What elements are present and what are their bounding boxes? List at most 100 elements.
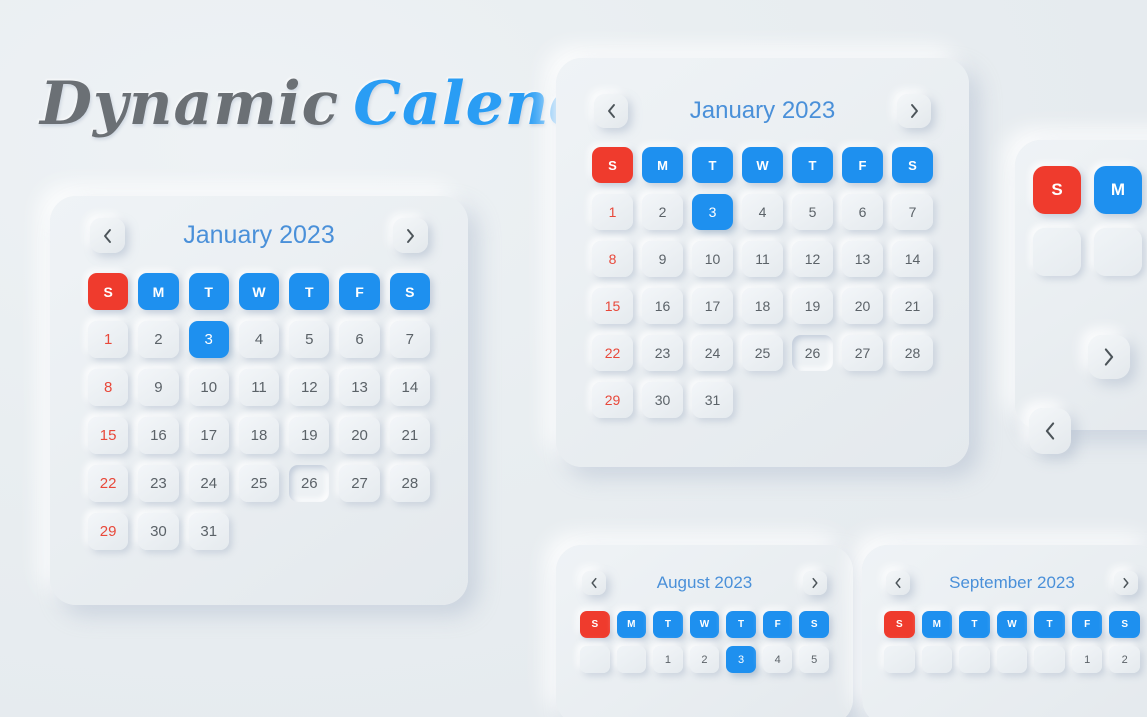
day-cell[interactable]: 31 (188, 513, 229, 550)
day-cell[interactable]: 16 (642, 288, 683, 324)
day-cell[interactable]: 19 (792, 288, 833, 324)
chevron-right-icon (1104, 348, 1114, 366)
page-title-word-dynamic: Dynamic (40, 69, 340, 139)
day-cell[interactable]: 25 (238, 465, 280, 502)
day-cell[interactable]: 5 (799, 646, 829, 673)
day-cell[interactable]: 2 (1109, 646, 1140, 673)
calendar-grid: SMTWTFS12 (862, 595, 1147, 673)
day-cell[interactable]: 22 (592, 335, 633, 371)
day-cell[interactable]: 15 (88, 417, 129, 454)
day-cell[interactable]: 8 (592, 241, 633, 277)
weekday-header: S (88, 273, 129, 310)
day-cell[interactable]: 24 (188, 465, 229, 502)
day-cell[interactable]: 26 (792, 335, 833, 371)
chevron-right-icon (812, 577, 818, 589)
day-cell[interactable]: 1 (1071, 646, 1103, 673)
day-cell[interactable]: 5 (289, 321, 330, 358)
day-cell-empty (580, 646, 610, 673)
day-cell[interactable]: 10 (188, 369, 229, 406)
weekday-header: S (592, 147, 633, 183)
weekday-header: F (339, 273, 380, 310)
prev-month-button[interactable] (582, 571, 606, 595)
day-cell[interactable]: 15 (592, 288, 633, 324)
day-cell[interactable]: 13 (339, 369, 380, 406)
day-cell[interactable]: 1 (653, 646, 683, 673)
day-cell[interactable]: 12 (792, 241, 833, 277)
prev-month-button[interactable] (886, 571, 910, 595)
day-cell[interactable]: 23 (642, 335, 683, 371)
day-cell[interactable]: 1 (592, 194, 633, 230)
day-cell[interactable]: 19 (289, 417, 330, 454)
chevron-right-icon (407, 228, 414, 243)
calendar-header: January 2023 (50, 196, 468, 253)
day-cell[interactable]: 30 (138, 513, 179, 550)
floating-prev-button[interactable] (1029, 408, 1071, 454)
day-cell[interactable]: 21 (389, 417, 430, 454)
next-month-button[interactable] (393, 218, 428, 253)
day-cell[interactable]: 11 (742, 241, 783, 277)
weekday-header: F (762, 611, 793, 638)
day-cell[interactable]: 23 (138, 465, 179, 502)
day-cell[interactable]: 29 (88, 513, 129, 550)
day-cell[interactable]: 10 (692, 241, 733, 277)
day-cell[interactable]: 13 (842, 241, 883, 277)
day-cell[interactable]: 14 (892, 241, 933, 277)
next-month-button[interactable] (897, 94, 931, 128)
next-month-button[interactable] (1114, 571, 1138, 595)
day-cell[interactable]: 18 (238, 417, 280, 454)
day-cell[interactable]: 3 (188, 321, 229, 358)
day-cell[interactable]: 8 (88, 369, 129, 406)
day-cell[interactable]: 9 (642, 241, 683, 277)
day-cell[interactable]: 4 (238, 321, 280, 358)
day-cell[interactable]: 12 (289, 369, 330, 406)
day-cell[interactable]: 3 (692, 194, 733, 230)
day-cell[interactable]: 6 (339, 321, 380, 358)
day-cell[interactable]: 28 (892, 335, 933, 371)
day-cell[interactable]: 28 (389, 465, 430, 502)
day-cell-empty (921, 646, 953, 673)
day-cell[interactable]: 3 (726, 646, 756, 673)
next-month-button[interactable] (803, 571, 827, 595)
weekday-header: F (842, 147, 883, 183)
prev-month-button[interactable] (90, 218, 125, 253)
day-cell[interactable]: 11 (238, 369, 280, 406)
day-cell[interactable]: 20 (842, 288, 883, 324)
weekday-header: M (616, 611, 647, 638)
weekday-header: T (959, 611, 990, 638)
calendar-card-september: September 2023 SMTWTFS12 (862, 545, 1147, 717)
day-cell[interactable]: 22 (88, 465, 129, 502)
calendar-card-partial: SMTWTFS (1015, 140, 1147, 430)
day-cell[interactable]: 6 (842, 194, 883, 230)
day-cell[interactable]: 16 (138, 417, 179, 454)
day-cell[interactable]: 9 (138, 369, 179, 406)
weekday-header: T (289, 273, 330, 310)
day-cell[interactable]: 4 (742, 194, 783, 230)
floating-next-button[interactable] (1088, 335, 1130, 379)
day-cell[interactable]: 5 (792, 194, 833, 230)
day-cell[interactable]: 18 (742, 288, 783, 324)
day-cell[interactable]: 7 (892, 194, 933, 230)
day-cell[interactable]: 20 (339, 417, 380, 454)
day-cell[interactable]: 29 (592, 382, 633, 418)
month-title: January 2023 (689, 97, 836, 124)
day-cell[interactable]: 21 (892, 288, 933, 324)
day-cell[interactable]: 17 (188, 417, 229, 454)
day-cell[interactable]: 25 (742, 335, 783, 371)
day-cell[interactable]: 26 (289, 465, 330, 502)
day-cell[interactable]: 30 (642, 382, 683, 418)
day-cell[interactable]: 17 (692, 288, 733, 324)
day-cell[interactable]: 2 (642, 194, 683, 230)
day-cell[interactable]: 24 (692, 335, 733, 371)
weekday-header: M (921, 611, 953, 638)
day-cell[interactable]: 1 (88, 321, 129, 358)
prev-month-button[interactable] (594, 94, 628, 128)
day-cell[interactable]: 4 (762, 646, 793, 673)
day-cell[interactable]: 27 (339, 465, 380, 502)
day-cell[interactable]: 7 (389, 321, 430, 358)
day-cell[interactable]: 2 (138, 321, 179, 358)
day-cell[interactable]: 27 (842, 335, 883, 371)
day-cell[interactable]: 2 (689, 646, 720, 673)
day-cell[interactable]: 31 (692, 382, 733, 418)
day-cell[interactable]: 14 (389, 369, 430, 406)
weekday-header: T (792, 147, 833, 183)
